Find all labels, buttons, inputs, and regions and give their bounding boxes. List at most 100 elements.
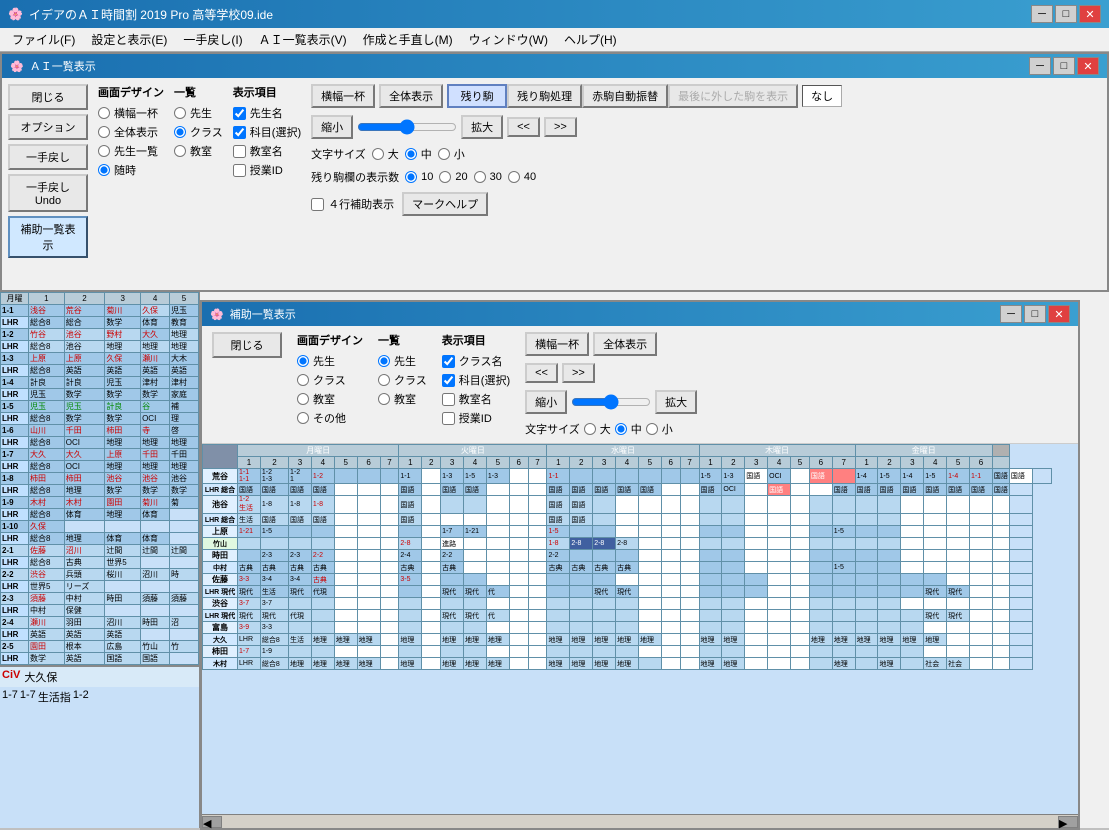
maximize-button[interactable]: □ (1055, 5, 1077, 23)
zoom-slider[interactable] (357, 119, 457, 135)
count-40[interactable]: 40 (508, 171, 536, 183)
overlay-window: 🌸 補助一覧表示 ─ □ ✕ 閉じる 画面デザイン 先生 クラス 教室 その他 (200, 300, 1080, 830)
hyoji-check-sensei[interactable]: 先生名 (233, 105, 301, 121)
ovl-disp-kyoshitsu[interactable]: 教室 (297, 391, 363, 407)
zentai-btn[interactable]: 全体表示 (379, 84, 443, 108)
shrink-btn[interactable]: 縮小 (311, 115, 353, 139)
ovl-font-large[interactable]: 大 (584, 421, 611, 437)
thu-header: 木曜日 (699, 445, 855, 457)
scroll-left-btn[interactable]: ◀ (202, 816, 222, 828)
ai-panel-body: 閉じる オプション 一手戻し 一手戻しUndo 補助一覧表示 画面デザイン 横幅… (2, 78, 1107, 290)
mark-help-btn[interactable]: マークヘルプ (402, 192, 488, 216)
display-radio-yokohaba[interactable]: 横幅一杯 (98, 105, 164, 121)
overlay-table-area[interactable]: 月曜日 火曜日 水曜日 木曜日 金曜日 1234567 1234567 1234… (202, 444, 1078, 814)
table-row: 1-3 上原 上原 久保 瀬川 大木 (1, 353, 199, 365)
akauma-tab[interactable]: 赤駒自動振替 (582, 84, 668, 108)
undo2-btn[interactable]: 一手戻しUndo (8, 174, 88, 212)
ovl-hyoji-class[interactable]: クラス名 (442, 353, 510, 369)
overlay-hyoji-label: 表示項目 (442, 332, 510, 348)
ovl-hyoji-kamoku[interactable]: 科目(選択) (442, 372, 510, 388)
hyoji-check-kyoshitsu[interactable]: 教室名 (233, 143, 301, 159)
ovl-ichi-kyoshitsu[interactable]: 教室 (378, 391, 427, 407)
yokohaba-btn[interactable]: 横幅一杯 (311, 84, 375, 108)
minimize-button[interactable]: ─ (1031, 5, 1053, 23)
nokori-tab[interactable]: 残り駒 (447, 84, 507, 108)
font-large[interactable]: 大 (372, 146, 399, 162)
close-button[interactable]: ✕ (1079, 5, 1101, 23)
ichiran-radio-kyoshitsu[interactable]: 教室 (174, 143, 223, 159)
hyoji-check-id[interactable]: 授業ID (233, 162, 301, 178)
table-row: 1-4 計良計良児玉津村津村 (1, 377, 199, 389)
overlay-close-btn[interactable]: 閉じる (212, 332, 282, 358)
count-20[interactable]: 20 (439, 171, 467, 183)
overlay-close[interactable]: ✕ (1048, 305, 1070, 323)
undo-btn[interactable]: 一手戻し (8, 144, 88, 170)
count-30[interactable]: 30 (474, 171, 502, 183)
overlay-hscroll[interactable]: ◀ ▶ (202, 814, 1078, 828)
ovl-yokohaba-btn[interactable]: 横幅一杯 (525, 332, 589, 356)
menu-file[interactable]: ファイル(F) (4, 29, 83, 50)
menu-ai-list[interactable]: ＡＩ一覧表示(V) (251, 29, 355, 50)
ovl-zoom-slider[interactable] (571, 394, 651, 410)
table-row: 2-2 渋谷兵頭桜川沼川時 (1, 569, 199, 581)
menu-window[interactable]: ウィンドウ(W) (461, 29, 556, 50)
fri-header: 金曜日 (855, 445, 992, 457)
ovl-font-small[interactable]: 小 (646, 421, 673, 437)
ovl-hyoji-kyoshitsu[interactable]: 教室名 (442, 391, 510, 407)
ai-panel-label: ＡＩ一覧表示 (30, 58, 96, 74)
ovl-disp-other[interactable]: その他 (297, 410, 363, 426)
ai-panel-title: 🌸 ＡＩ一覧表示 ─ □ ✕ (2, 54, 1107, 78)
hojo-btn[interactable]: 補助一覧表示 (8, 216, 88, 258)
hyoji-check-kamoku[interactable]: 科目(選択) (233, 124, 301, 140)
saigo-tab[interactable]: 最後に外した駒を表示 (668, 84, 798, 108)
ichiran-radio-class[interactable]: クラス (174, 124, 223, 140)
menu-undo[interactable]: 一手戻し(I) (175, 29, 250, 50)
ovl-zentai-btn[interactable]: 全体表示 (593, 332, 657, 356)
table-row: 1-6 山川千田柿田寺啓 (1, 425, 199, 437)
ovl-shrink-btn[interactable]: 縮小 (525, 390, 567, 414)
ovl-hyoji-id[interactable]: 授業ID (442, 410, 510, 426)
ai-panel-maximize[interactable]: □ (1053, 57, 1075, 75)
count-10[interactable]: 10 (405, 171, 433, 183)
display-radio-sensei[interactable]: 先生一覧 (98, 143, 164, 159)
display-radio-jiji[interactable]: 随時 (98, 162, 164, 178)
table-row: 大久 LHR 総合8 生活 地理 地理 地理 地理 地理 地理 地理 (203, 634, 1052, 646)
yonjuyo-check[interactable]: ４行補助表示 (311, 196, 394, 212)
table-row: 1-8 柿田柿田池谷池谷池谷 (1, 473, 199, 485)
last-btn[interactable]: >> (544, 117, 577, 137)
first-btn[interactable]: << (507, 117, 540, 137)
menu-create[interactable]: 作成と手直し(M) (355, 29, 461, 50)
ai-panel-close[interactable]: ✕ (1077, 57, 1099, 75)
table-row: LHR 総合8古典世界5 (1, 557, 199, 569)
ovl-prev-btn[interactable]: << (525, 363, 558, 383)
overlay-ichiran-group: 一覧 先生 クラス 教室 (378, 332, 427, 407)
table-row: 富島 3-9 3-3 (203, 622, 1052, 634)
ovl-ichi-sensei[interactable]: 先生 (378, 353, 427, 369)
table-row: LHR 総合8英語英語英語英語 (1, 365, 199, 377)
table-row: 1-5 児玉児玉計良谷補 (1, 401, 199, 413)
display-count-row: 残り駒欄の表示数 10 20 30 40 (311, 169, 1101, 185)
font-small[interactable]: 小 (438, 146, 465, 162)
ovl-expand-btn[interactable]: 拡大 (655, 390, 697, 414)
nokori-syori-tab[interactable]: 残り駒処理 (507, 84, 582, 108)
expand-btn[interactable]: 拡大 (461, 115, 503, 139)
menu-help[interactable]: ヘルプ(H) (556, 29, 625, 50)
ovl-next-btn[interactable]: >> (562, 363, 595, 383)
table-row: 荒谷 1-11-1 1-21-3 1-21 1-2 1-1 1-3 1-5 1-… (203, 469, 1052, 484)
ovl-ichi-class[interactable]: クラス (378, 372, 427, 388)
ichiran-radio-sensei[interactable]: 先生 (174, 105, 223, 121)
menu-settings[interactable]: 設定と表示(E) (83, 29, 175, 50)
scroll-right-btn[interactable]: ▶ (1058, 816, 1078, 828)
ovl-font-medium[interactable]: 中 (615, 421, 642, 437)
ovl-disp-sensei[interactable]: 先生 (297, 353, 363, 369)
font-medium[interactable]: 中 (405, 146, 432, 162)
font-size-row: 文字サイズ 大 中 小 (311, 146, 1101, 162)
title-bar-left: 🌸 イデアのＡＩ時間割 2019 Pro 高等学校09.ide (8, 6, 273, 23)
close-btn[interactable]: 閉じる (8, 84, 88, 110)
ovl-disp-class[interactable]: クラス (297, 372, 363, 388)
overlay-minimize[interactable]: ─ (1000, 305, 1022, 323)
display-radio-zentai[interactable]: 全体表示 (98, 124, 164, 140)
option-btn[interactable]: オプション (8, 114, 88, 140)
ai-panel-minimize[interactable]: ─ (1029, 57, 1051, 75)
overlay-maximize[interactable]: □ (1024, 305, 1046, 323)
